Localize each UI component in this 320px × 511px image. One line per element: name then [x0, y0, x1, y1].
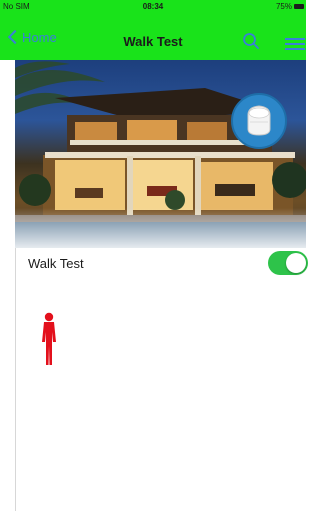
walk-test-toggle[interactable]: [268, 251, 308, 275]
page-title: Walk Test: [123, 34, 183, 49]
search-button[interactable]: [242, 32, 260, 50]
status-time: 08:34: [142, 2, 164, 11]
toggle-knob: [286, 253, 306, 273]
search-icon: [243, 33, 259, 49]
walk-test-row: Walk Test: [16, 248, 308, 280]
nav-bar: Home Walk Test: [0, 14, 306, 60]
status-bar: No SIM 08:34 75%: [0, 0, 306, 14]
walk-test-label: Walk Test: [28, 256, 84, 271]
battery-icon: [294, 4, 304, 9]
house-photo: [15, 60, 306, 248]
menu-icon: [285, 38, 305, 40]
person-icon: [39, 312, 59, 367]
menu-button[interactable]: [285, 38, 305, 52]
battery-percent: 75%: [275, 2, 292, 11]
left-divider: [15, 248, 16, 511]
motion-sensor-icon: [231, 93, 287, 149]
